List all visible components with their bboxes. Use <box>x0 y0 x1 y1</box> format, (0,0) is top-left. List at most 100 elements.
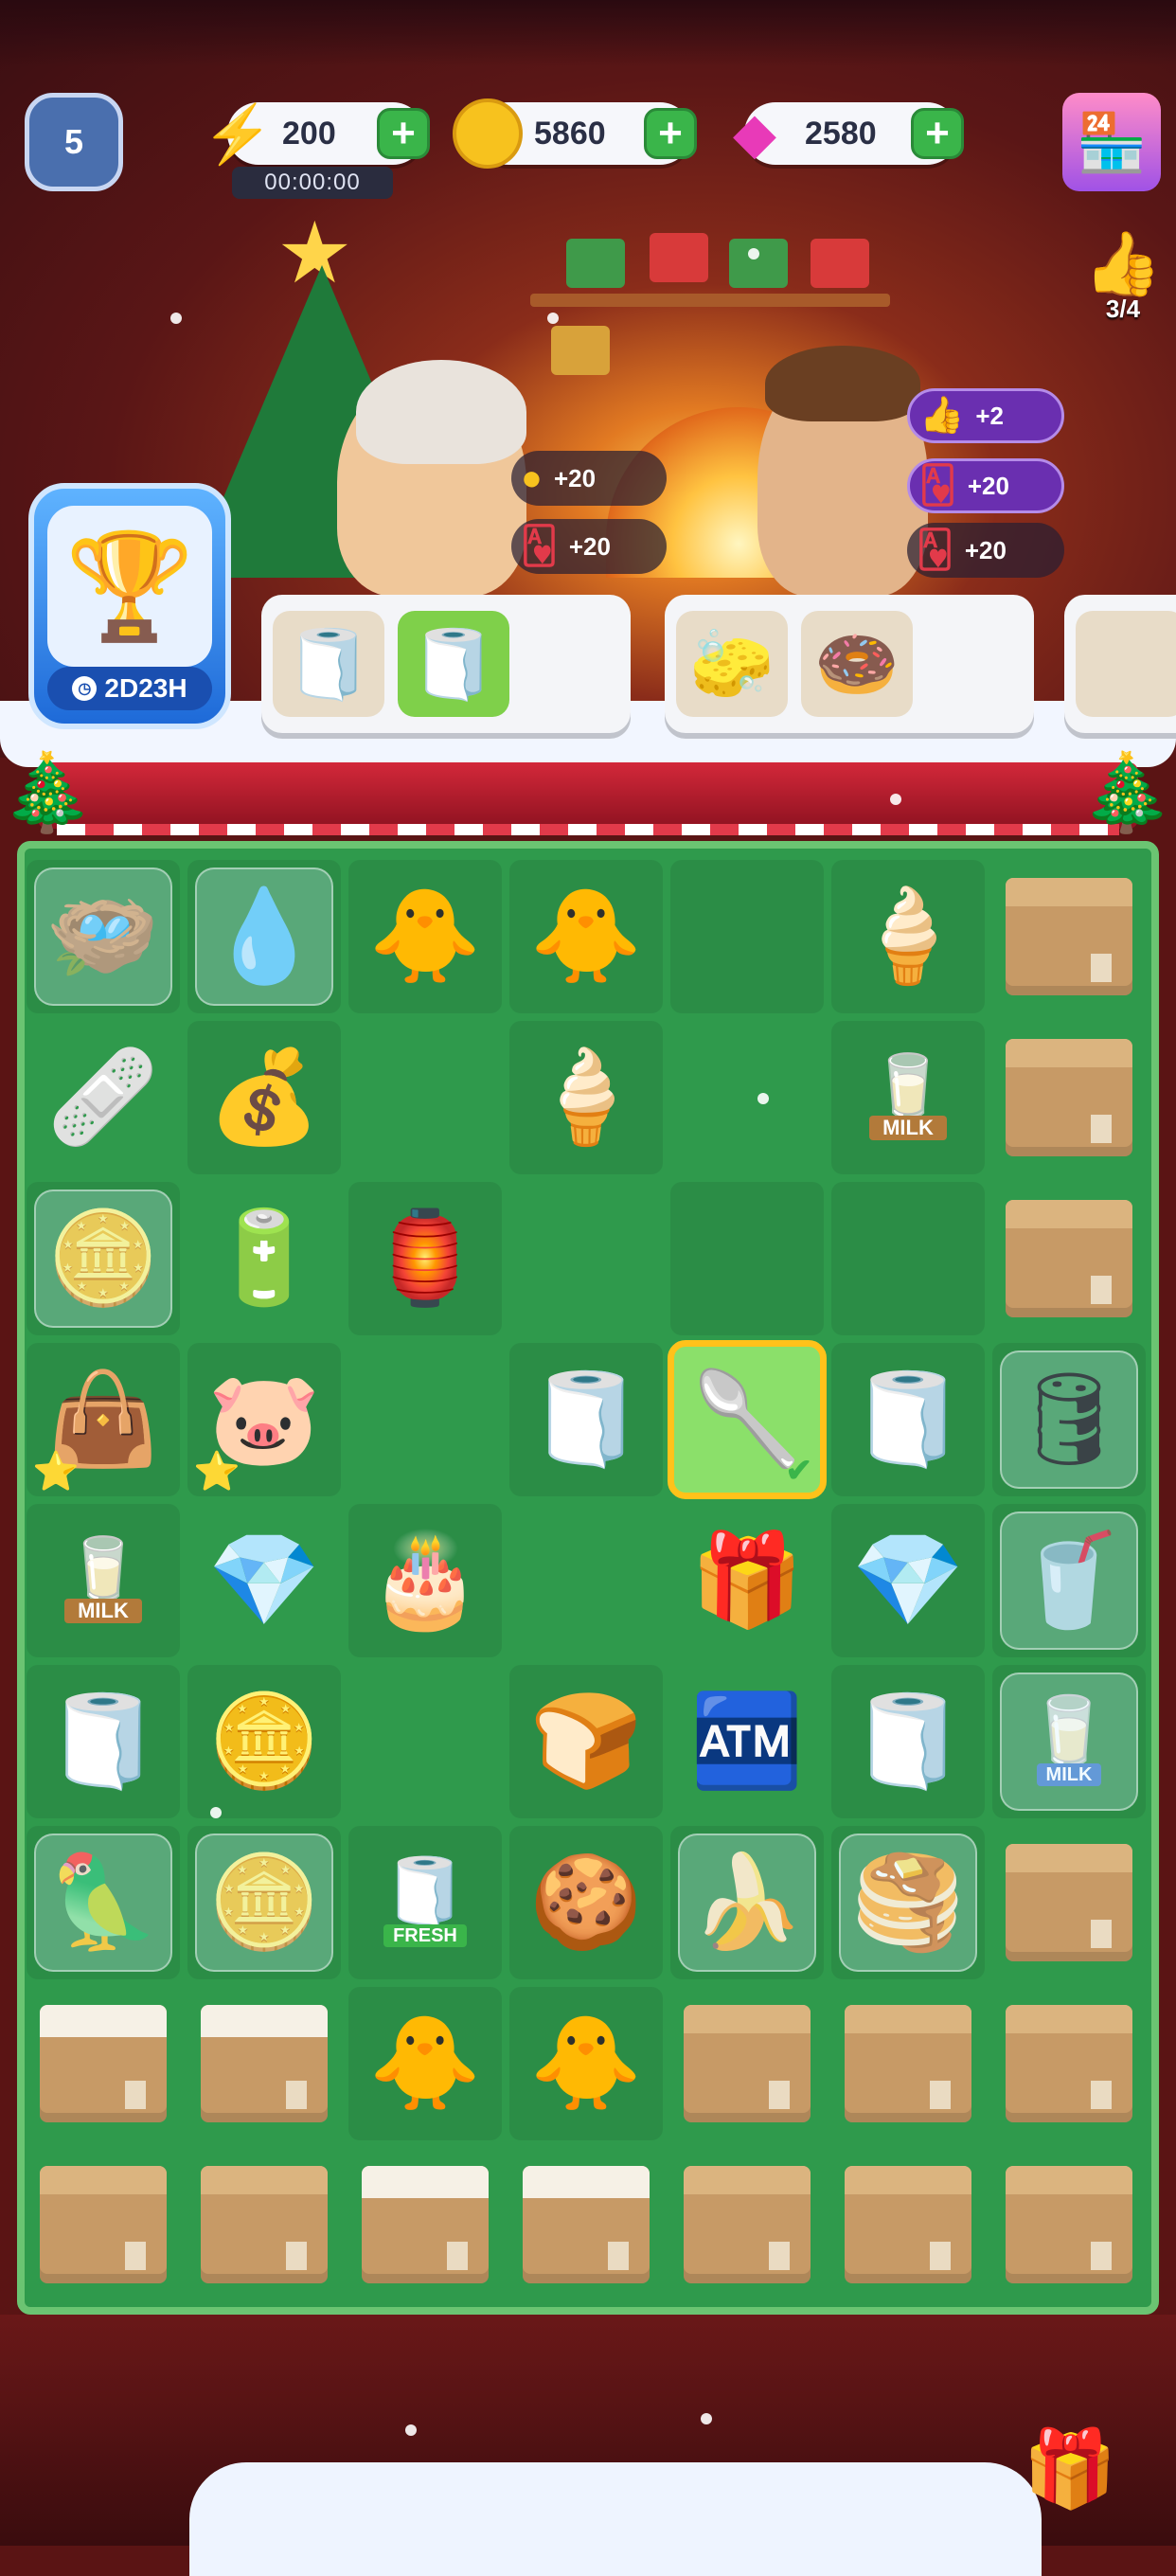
tissue-box-icon: 🧽 <box>676 611 788 717</box>
bread-bun-icon[interactable]: 🍞 <box>509 1665 663 1818</box>
wrapped-milk-tank-icon[interactable]: 🛢 <box>992 1343 1146 1496</box>
level-badge[interactable]: 5 <box>25 93 123 191</box>
toilet-paper-rolls-icon[interactable]: 🧻 <box>831 1343 985 1496</box>
piggy-bank-icon[interactable]: 🐷 ⭐ <box>187 1343 341 1496</box>
closed-box[interactable] <box>187 2148 341 2301</box>
open-box[interactable] <box>348 2148 502 2301</box>
clock-icon: ◷ <box>72 676 98 701</box>
add-gems-button[interactable]: + <box>911 108 964 159</box>
cash-register-icon[interactable]: 🏧 <box>670 1665 824 1818</box>
box-icon <box>201 2166 328 2283</box>
toilet-paper-rolls-icon[interactable]: 🧻 <box>27 1665 180 1818</box>
energy-counter[interactable]: ⚡ 200 + <box>203 102 430 166</box>
add-coins-button[interactable]: + <box>644 108 697 159</box>
chick-nest-icon[interactable]: 🐥 <box>348 860 502 1013</box>
wrapped-nest-icon[interactable]: 🪺 <box>27 860 180 1013</box>
snowflake <box>748 248 759 259</box>
wrapped-cockatiel-icon[interactable]: 🦜 <box>27 1826 180 1979</box>
cardboard-box[interactable] <box>670 2148 824 2301</box>
order-card-man[interactable]: 🧽 🍩 <box>665 595 1034 733</box>
empty-cell[interactable] <box>831 1182 985 1335</box>
box-icon <box>845 2166 971 2283</box>
empty-cell[interactable] <box>670 1182 824 1335</box>
chick-nest-icon[interactable]: 🐥 <box>509 1987 663 2140</box>
order-slot <box>1076 611 1176 717</box>
open-box[interactable] <box>509 2148 663 2301</box>
wrapped-water-drop-icon[interactable]: 💧 <box>187 860 341 1013</box>
bandage-icon[interactable]: 🩹 <box>27 1021 180 1174</box>
empty-cell[interactable] <box>348 1021 502 1174</box>
coin-bag-icon[interactable]: 👜 ⭐ <box>27 1343 180 1496</box>
cardboard-box[interactable] <box>831 1987 985 2140</box>
cookies-icon[interactable]: 🍪 <box>509 1826 663 1979</box>
event-badge[interactable]: 🏆 ◷ 2D23H <box>28 483 231 729</box>
empty-cell[interactable] <box>670 1021 824 1174</box>
star-icon: ⭐ <box>32 1451 80 1493</box>
snowflake <box>757 1093 769 1104</box>
board-grid: 🪺 💧 🐥 🐥 🍦 🩹 💰 🍦 🥛 MILK 🪙 🔋 🏮 👜 ⭐ 🐷 ⭐ 🧻 🥄 ✔ … <box>27 860 1153 2296</box>
cardboard-box[interactable] <box>992 1987 1146 2140</box>
wrapped-pancakes-icon[interactable]: 🥞 <box>831 1826 985 1979</box>
toilet-paper-roll-icon[interactable]: 🧻 <box>831 1665 985 1818</box>
cardboard-box[interactable] <box>831 2148 985 2301</box>
fresh-label: FRESH <box>383 1924 467 1947</box>
cardboard-box[interactable] <box>992 1826 1146 1979</box>
empty-cell[interactable] <box>670 860 824 1013</box>
box-icon <box>684 2005 811 2122</box>
ice-cream-cone-icon[interactable]: 🍦 <box>509 1021 663 1174</box>
energy-lantern-icon[interactable]: 🏮 <box>348 1182 502 1335</box>
wrapped-funnel-icon[interactable]: 🥤 <box>992 1504 1146 1657</box>
open-box[interactable] <box>187 1987 341 2140</box>
chick-nest-icon[interactable]: 🐥 <box>348 1987 502 2140</box>
pink-gems-icon[interactable]: 💎 <box>831 1504 985 1657</box>
level-number: 5 <box>63 122 84 161</box>
energy-value: 200 <box>282 115 336 152</box>
likes-progress[interactable]: 👍 3/4 <box>1079 220 1167 324</box>
coin-counter[interactable]: 5860 + <box>453 98 697 169</box>
hand-mixer-selected[interactable]: 🥄 ✔ <box>668 1340 827 1499</box>
holly-icon: 🎄 <box>0 750 95 834</box>
gold-coin-icon[interactable]: 🪙 <box>187 1665 341 1818</box>
empty-cell[interactable] <box>509 1504 663 1657</box>
cardboard-box[interactable] <box>670 1987 824 2140</box>
fresh-toilet-paper-icon: 🧻 <box>398 611 509 717</box>
man-reward-cards: 🂱 +20 <box>907 458 1064 513</box>
add-energy-button[interactable]: + <box>377 108 430 159</box>
wrapped-coin-icon[interactable]: 🪙 <box>27 1182 180 1335</box>
coin-chest-icon[interactable]: 💰 <box>187 1021 341 1174</box>
empty-cell[interactable] <box>509 1182 663 1335</box>
bottom-snow <box>189 2462 1042 2576</box>
man-reward-cards-2: 🂱 +20 <box>907 523 1064 578</box>
board-banner <box>38 762 1138 829</box>
pink-gems-icon[interactable]: 💎 <box>187 1504 341 1657</box>
energy-battery-icon[interactable]: 🔋 <box>187 1182 341 1335</box>
milk-crate[interactable]: 🥛 MILK <box>27 1504 180 1657</box>
closed-box[interactable] <box>27 2148 180 2301</box>
toilet-paper-icon: 🧻 <box>383 1854 467 1928</box>
shelf-gift-icon <box>811 239 869 288</box>
chick-nest-icon[interactable]: 🐥 <box>509 860 663 1013</box>
gem-counter[interactable]: ◆ 2580 + <box>733 101 964 165</box>
empty-cell[interactable] <box>348 1343 502 1496</box>
gem-value: 2580 <box>805 115 877 152</box>
fresh-toilet-paper[interactable]: 🧻 FRESH <box>348 1826 502 1979</box>
milk-label: MILK <box>1036 1763 1102 1786</box>
wrapped-bananas-icon[interactable]: 🍌 <box>670 1826 824 1979</box>
cardboard-box[interactable] <box>992 860 1146 1013</box>
milk-crate[interactable]: 🥛 MILK <box>831 1021 985 1174</box>
toilet-paper-rolls-icon[interactable]: 🧻 <box>509 1343 663 1496</box>
empty-cell[interactable] <box>348 1665 502 1818</box>
order-card-grandma[interactable]: 🧻 🧻 <box>261 595 631 733</box>
gift-box-icon[interactable]: 🎁 <box>670 1504 824 1657</box>
wrapped-coin-icon[interactable]: 🪙 <box>187 1826 341 1979</box>
shop-icon[interactable]: 🏪 <box>1062 93 1161 191</box>
cardboard-box[interactable] <box>992 1021 1146 1174</box>
open-box[interactable] <box>27 1987 180 2140</box>
cardboard-box[interactable] <box>992 1182 1146 1335</box>
wrapped-milk-cartons[interactable]: 🥛 MILK <box>992 1665 1146 1818</box>
shelf-gift-icon <box>650 233 708 282</box>
cardboard-box[interactable] <box>992 2148 1146 2301</box>
berry-cake-icon[interactable]: 🎂 <box>348 1504 502 1657</box>
ice-cream-cone-icon[interactable]: 🍦 <box>831 860 985 1013</box>
order-card-next[interactable] <box>1064 595 1176 733</box>
